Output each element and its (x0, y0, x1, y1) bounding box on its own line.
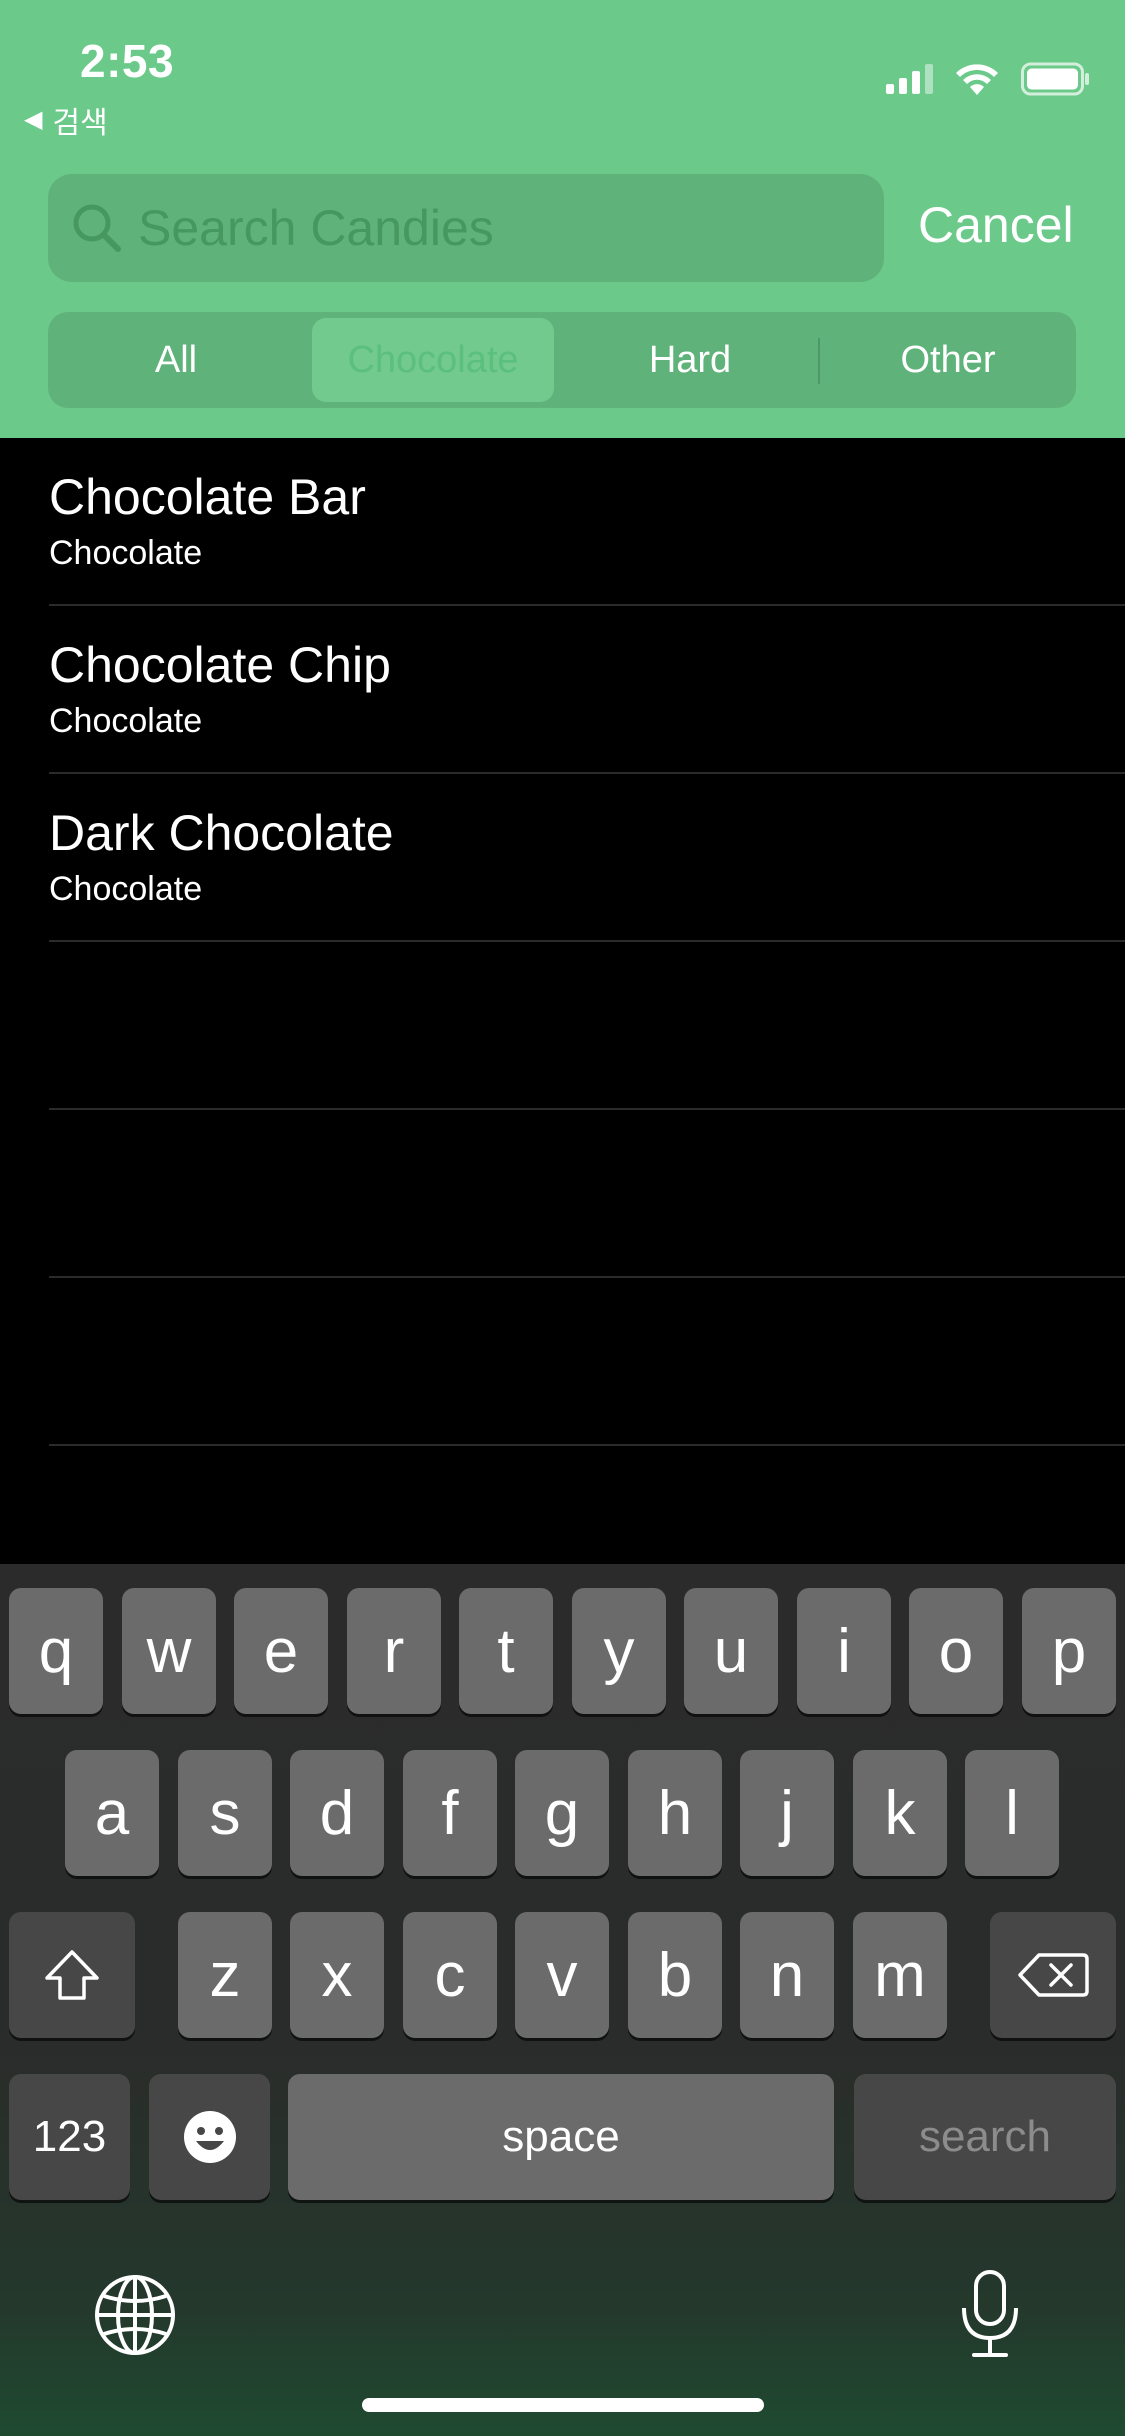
back-app-label: 검색 (52, 107, 108, 140)
search-return-key[interactable]: search (854, 2074, 1116, 2200)
scope-hard[interactable]: Hard (562, 318, 818, 402)
candy-category: Chocolate (49, 870, 203, 908)
cancel-button[interactable]: Cancel (918, 196, 1074, 254)
back-triangle-icon: ◀ (24, 106, 43, 133)
key-j[interactable]: j (740, 1750, 834, 1876)
search-input[interactable] (138, 174, 858, 282)
key-h[interactable]: h (628, 1750, 722, 1876)
candy-name: Dark Chocolate (49, 805, 394, 861)
key-q[interactable]: q (9, 1588, 103, 1714)
search-icon (73, 204, 121, 252)
list-item[interactable]: Chocolate Chip Chocolate (0, 606, 1125, 774)
status-icons (886, 62, 1091, 96)
list-item[interactable]: Chocolate Bar Chocolate (0, 438, 1125, 606)
wifi-icon (956, 64, 998, 95)
key-a[interactable]: a (65, 1750, 159, 1876)
emoji-icon (183, 2111, 236, 2163)
key-g[interactable]: g (515, 1750, 609, 1876)
row-separator (49, 1276, 1125, 1278)
scope-segmented-control: All Chocolate Hard Other (48, 312, 1076, 408)
key-n[interactable]: n (740, 1912, 834, 2038)
key-z[interactable]: z (178, 1912, 272, 2038)
candy-category: Chocolate (49, 534, 203, 572)
key-b[interactable]: b (628, 1912, 722, 2038)
list-item[interactable]: Dark Chocolate Chocolate (0, 774, 1125, 942)
key-o[interactable]: o (909, 1588, 1003, 1714)
backspace-icon (1018, 1953, 1089, 1997)
candy-name: Chocolate Chip (49, 637, 391, 693)
header: 2:53 ◀ 검색 Search Candies Cancel All Choc… (0, 0, 1125, 438)
home-indicator[interactable] (362, 2398, 764, 2412)
candy-name: Chocolate Bar (49, 469, 366, 525)
key-c[interactable]: c (403, 1912, 497, 2038)
row-separator (49, 1444, 1125, 1446)
space-key[interactable]: space (288, 2074, 834, 2200)
numbers-key[interactable]: 123 (9, 2074, 130, 2200)
battery-icon (1021, 62, 1089, 96)
key-w[interactable]: w (122, 1588, 216, 1714)
key-y[interactable]: y (572, 1588, 666, 1714)
scope-chocolate[interactable]: Chocolate (312, 318, 554, 402)
key-t[interactable]: t (459, 1588, 553, 1714)
key-k[interactable]: k (853, 1750, 947, 1876)
key-s[interactable]: s (178, 1750, 272, 1876)
key-m[interactable]: m (853, 1912, 947, 2038)
screen: 2:53 ◀ 검색 Search Candies Cancel All Choc… (0, 0, 1125, 2436)
key-p[interactable]: p (1022, 1588, 1116, 1714)
shift-key[interactable] (9, 1912, 135, 2038)
key-v[interactable]: v (515, 1912, 609, 2038)
scope-all[interactable]: All (48, 318, 304, 402)
search-field[interactable] (48, 174, 884, 282)
key-r[interactable]: r (347, 1588, 441, 1714)
keyboard: q w e r t y u i o p a s d f g h j k l z … (0, 1564, 1125, 2436)
key-d[interactable]: d (290, 1750, 384, 1876)
delete-key[interactable] (990, 1912, 1116, 2038)
row-separator (49, 1108, 1125, 1110)
candy-category: Chocolate (49, 702, 203, 740)
key-x[interactable]: x (290, 1912, 384, 2038)
cellular-signal-icon (886, 64, 933, 94)
microphone-icon[interactable] (958, 2268, 1022, 2360)
status-time: 2:53 (80, 35, 175, 87)
key-i[interactable]: i (797, 1588, 891, 1714)
key-f[interactable]: f (403, 1750, 497, 1876)
key-l[interactable]: l (965, 1750, 1059, 1876)
emoji-key[interactable] (149, 2074, 270, 2200)
globe-icon[interactable] (94, 2274, 176, 2356)
row-separator (49, 940, 1125, 942)
shift-icon (45, 1950, 99, 2000)
key-u[interactable]: u (684, 1588, 778, 1714)
key-e[interactable]: e (234, 1588, 328, 1714)
scope-other[interactable]: Other (820, 318, 1076, 402)
back-to-app-button[interactable]: ◀ 검색 (24, 98, 108, 142)
